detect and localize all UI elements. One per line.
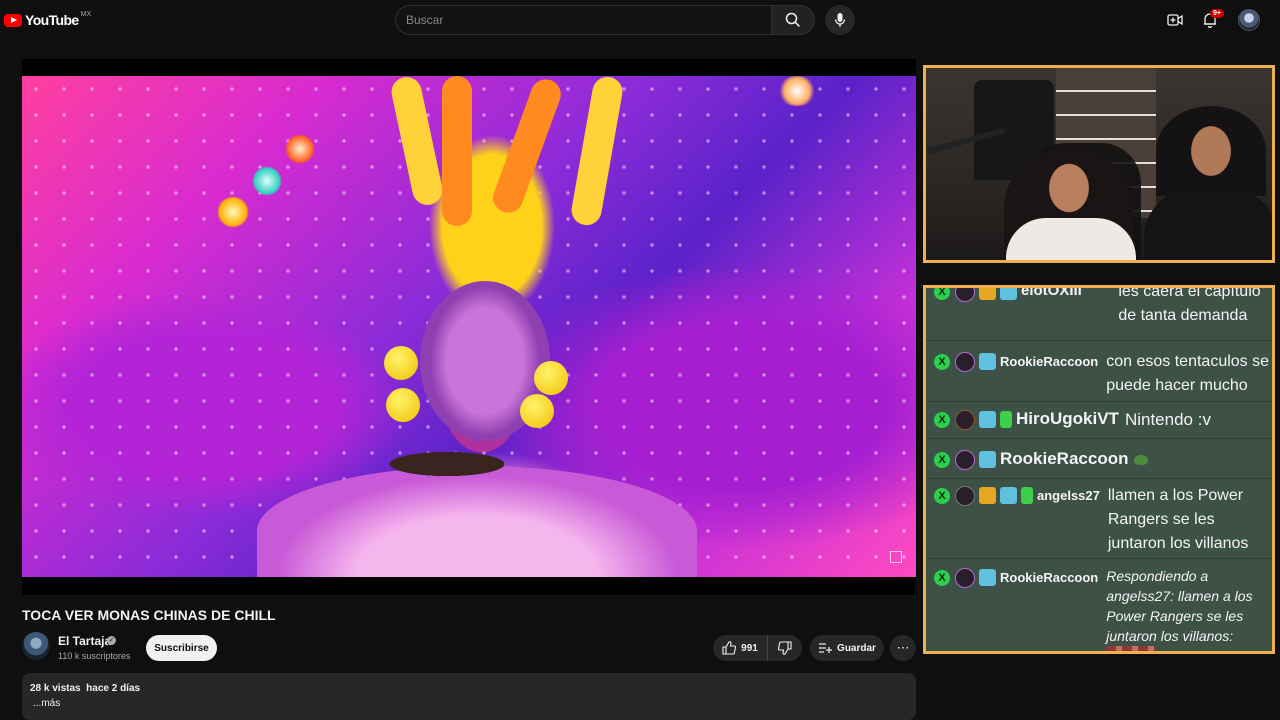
mod-badge-icon: X <box>934 570 950 586</box>
stage-light <box>252 166 282 196</box>
subscribe-button[interactable]: Suscribirse <box>146 635 217 661</box>
watermark-icon <box>890 551 902 563</box>
search-input[interactable] <box>395 5 771 35</box>
chat-username: HiroUgokiVT <box>1016 409 1119 428</box>
thumbs-down-icon <box>778 641 792 655</box>
top-bar: YouTube MX 9+ <box>0 0 1280 40</box>
thumbs-up-icon <box>722 641 737 655</box>
mod-badge-icon: X <box>934 412 950 428</box>
stage-light <box>777 76 817 106</box>
frog-emote-icon <box>1134 455 1149 465</box>
channel-name[interactable]: El Tartaja <box>58 634 111 648</box>
like-count: 991 <box>741 642 758 654</box>
gift-badge-icon <box>1021 487 1033 504</box>
verified-icon: ✓ <box>107 636 116 645</box>
chat-divider <box>926 401 1272 402</box>
video-title: TOCA VER MONAS CHINAS DE CHILL <box>22 607 276 623</box>
chat-username: RookieRaccoon <box>1000 570 1099 585</box>
more-actions-icon: ⋯ <box>896 640 910 655</box>
gift-badge-icon <box>1000 411 1012 428</box>
subscriber-count: 110 k suscriptores <box>58 651 131 661</box>
user-avatar <box>955 450 975 470</box>
webcam-streamer-right <box>1156 106 1266 196</box>
earring <box>520 394 554 428</box>
more-actions-button[interactable]: ⋯ <box>890 635 916 661</box>
headdress-arm <box>442 76 472 226</box>
chat-text: Nintendo :v <box>1124 410 1211 429</box>
earring <box>386 388 420 422</box>
voice-search-button[interactable] <box>825 5 855 35</box>
like-dislike-group: 991 <box>713 635 802 661</box>
playlist-add-icon <box>819 643 833 653</box>
chat-text: con esos tentaculos se puede hacer mucho <box>1106 353 1270 394</box>
chat-message: X RookieRaccoon <box>926 448 1272 470</box>
chat-message: X angelss27 llamen a los Power Rangers s… <box>926 484 1272 556</box>
user-avatar <box>955 352 975 372</box>
user-avatar <box>955 568 975 588</box>
notification-count-badge: 9+ <box>1210 9 1224 18</box>
show-more-link[interactable]: ...más <box>33 698 908 709</box>
save-label: Guardar <box>837 642 876 654</box>
user-badge-icon <box>1000 487 1017 504</box>
crown-badge-icon <box>979 487 996 504</box>
user-badge-icon <box>979 353 996 370</box>
video-add-icon <box>1167 14 1183 26</box>
chat-text: llamen a los Power Rangers se les juntar… <box>1107 487 1249 552</box>
user-badge-icon <box>979 411 996 428</box>
chat-divider <box>926 478 1272 479</box>
chat-message: X RookieRaccoon con esos tentaculos se p… <box>926 350 1272 398</box>
chat-divider <box>926 438 1272 439</box>
mod-badge-icon: X <box>934 354 950 370</box>
chat-divider <box>926 558 1272 559</box>
chat-message: X elotOXIII les caerá el capítulo de tan… <box>926 285 1272 328</box>
mod-badge-icon: X <box>934 288 950 300</box>
mod-badge-icon: X <box>934 452 950 468</box>
user-badge-icon <box>1000 288 1017 300</box>
chat-reply-text: Respondiendo a angelss27: llamen a los P… <box>1106 568 1253 644</box>
necklace <box>352 444 542 484</box>
create-button[interactable] <box>1162 8 1188 32</box>
chat-divider <box>926 340 1272 341</box>
sub-badge-icon <box>979 288 996 300</box>
stage-light <box>217 196 249 228</box>
chat-text: les caerá el capítulo de tanta demanda <box>1118 285 1261 324</box>
search-button[interactable] <box>771 5 815 35</box>
description-box[interactable]: 28 k vistas hace 2 días ...más <box>22 673 916 720</box>
dislike-button[interactable] <box>768 635 802 661</box>
faces-emote-icon <box>1106 646 1157 651</box>
earring <box>534 361 568 395</box>
region-code: MX <box>80 10 92 18</box>
search-bar <box>395 5 815 35</box>
youtube-play-icon <box>4 13 22 27</box>
chat-message: X HiroUgokiVT Nintendo :v <box>926 408 1272 432</box>
video-player[interactable] <box>22 59 916 595</box>
user-avatar <box>955 486 975 506</box>
chat-message: X RookieRaccoon Respondiendo a angelss27… <box>926 566 1272 651</box>
webcam-overlay <box>923 65 1275 263</box>
chat-username: RookieRaccoon <box>1000 449 1129 468</box>
webcam-shirt-left <box>1006 218 1136 260</box>
user-badge-icon <box>979 451 996 468</box>
earring <box>384 346 418 380</box>
youtube-logo[interactable]: YouTube MX <box>4 10 92 28</box>
like-button[interactable]: 991 <box>713 635 768 661</box>
user-badge-icon <box>979 569 996 586</box>
video-frame[interactable] <box>22 76 916 577</box>
webcam-shirt-right <box>1144 188 1272 260</box>
views-and-date: 28 k vistas hace 2 días <box>30 683 141 694</box>
chat-username: RookieRaccoon <box>1000 354 1099 369</box>
microphone-icon <box>834 13 846 27</box>
account-avatar[interactable] <box>1238 9 1260 31</box>
channel-avatar[interactable] <box>22 632 50 660</box>
chat-username: elotOXIII <box>1021 285 1082 299</box>
save-button[interactable]: Guardar <box>810 635 884 661</box>
user-avatar <box>955 288 975 302</box>
logo-text: YouTube <box>25 12 79 28</box>
stage-light <box>285 134 315 164</box>
mod-badge-icon: X <box>934 488 950 504</box>
search-icon <box>785 12 801 28</box>
chat-overlay: X elotOXIII les caerá el capítulo de tan… <box>923 285 1275 654</box>
user-avatar <box>955 410 975 430</box>
chat-username: angelss27 <box>1037 488 1100 503</box>
